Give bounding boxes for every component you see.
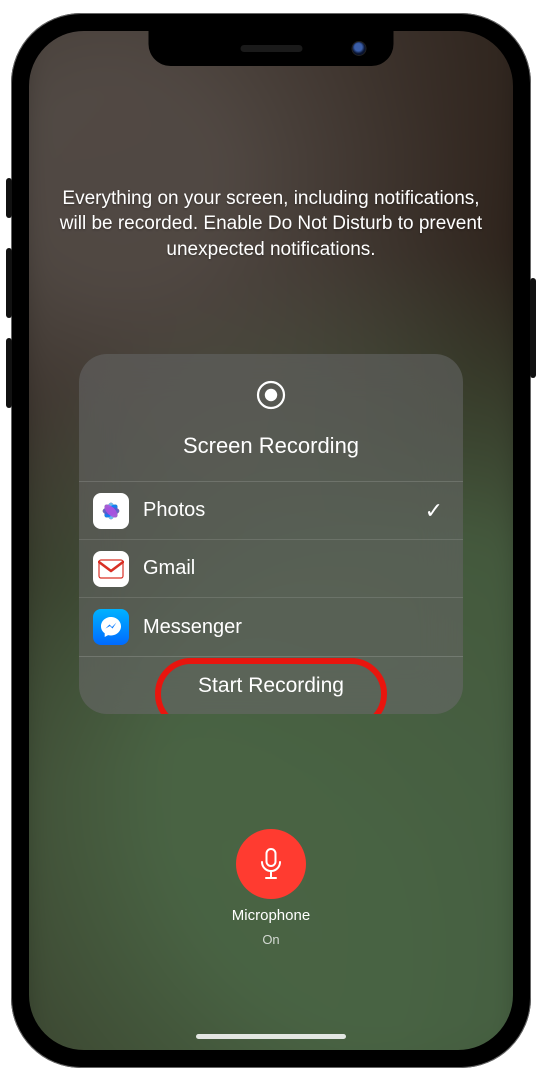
microphone-label: Microphone xyxy=(232,907,310,924)
card-header: Screen Recording xyxy=(79,354,463,482)
speaker-grille xyxy=(240,45,302,52)
app-destination-list[interactable]: Photos ✓ Gmail xyxy=(79,482,463,656)
app-label: Messenger xyxy=(143,616,443,639)
screen-recording-card: Screen Recording xyxy=(79,354,463,714)
app-row-gmail[interactable]: Gmail xyxy=(79,540,463,598)
notch xyxy=(149,31,394,66)
messenger-app-icon xyxy=(93,609,129,645)
home-indicator[interactable] xyxy=(196,1034,346,1039)
start-recording-button[interactable]: Start Recording xyxy=(79,656,463,714)
mute-switch xyxy=(6,178,12,218)
card-title: Screen Recording xyxy=(183,433,359,459)
power-button xyxy=(530,278,536,378)
gmail-app-icon xyxy=(93,551,129,587)
checkmark-icon: ✓ xyxy=(425,498,443,524)
app-row-messenger[interactable]: Messenger xyxy=(79,598,463,656)
app-row-photos[interactable]: Photos ✓ xyxy=(79,482,463,540)
microphone-status: On xyxy=(262,932,279,947)
recording-disclaimer-text: Everything on your screen, including not… xyxy=(58,186,484,263)
record-icon xyxy=(256,380,286,415)
screen: Everything on your screen, including not… xyxy=(29,31,513,1050)
start-recording-label: Start Recording xyxy=(198,674,344,698)
phone-frame: Everything on your screen, including not… xyxy=(11,13,531,1068)
volume-up-button xyxy=(6,248,12,318)
microphone-toggle[interactable]: Microphone On xyxy=(232,829,310,947)
front-camera xyxy=(353,42,366,55)
photos-app-icon xyxy=(93,493,129,529)
app-label: Photos xyxy=(143,499,411,522)
microphone-icon xyxy=(236,829,306,899)
volume-down-button xyxy=(6,338,12,408)
app-label: Gmail xyxy=(143,557,443,580)
